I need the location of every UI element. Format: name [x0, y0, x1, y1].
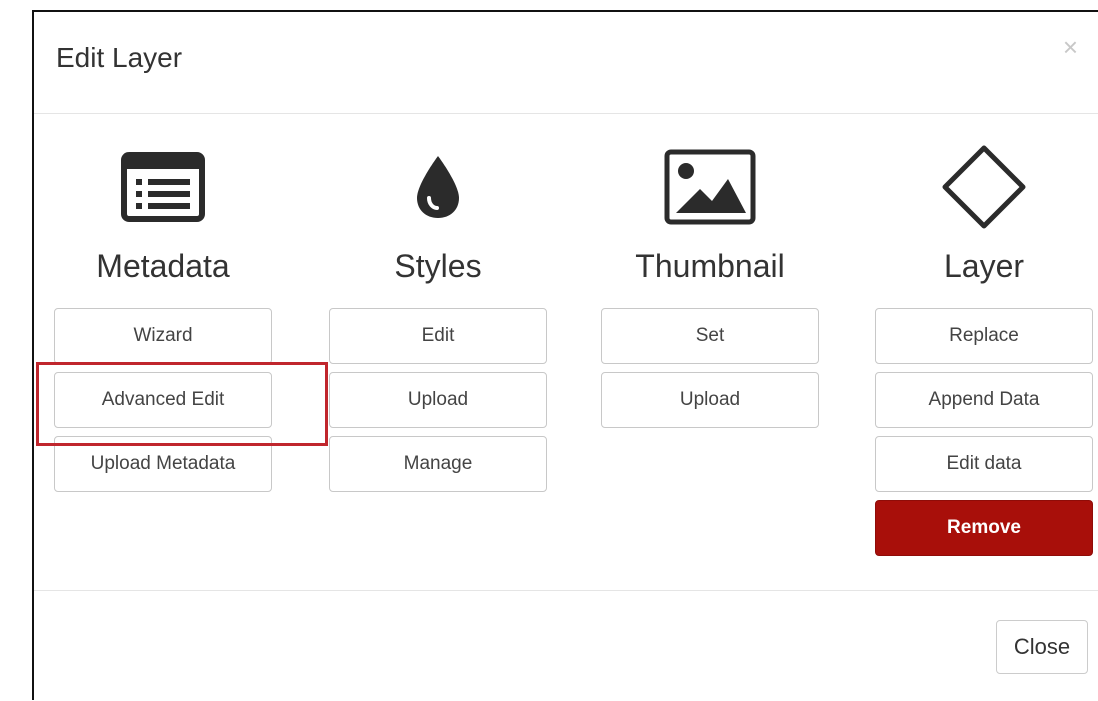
- metadata-advanced-edit-button[interactable]: Advanced Edit: [54, 372, 272, 428]
- styles-manage-button[interactable]: Manage: [329, 436, 547, 492]
- dialog-footer: Close: [34, 590, 1098, 701]
- close-icon[interactable]: ×: [1063, 34, 1078, 60]
- metadata-title: Metadata: [96, 248, 230, 284]
- styles-column: Styles Edit Upload Manage: [329, 142, 547, 492]
- thumbnail-title: Thumbnail: [635, 248, 785, 284]
- diamond-icon: [942, 145, 1026, 229]
- edit-layer-dialog: Edit Layer × Metadata Wizard Advanced Ed…: [32, 10, 1098, 700]
- thumbnail-upload-button[interactable]: Upload: [601, 372, 819, 428]
- dialog-header: Edit Layer ×: [34, 12, 1098, 114]
- layer-replace-button[interactable]: Replace: [875, 308, 1093, 364]
- edit-data-button[interactable]: Edit data: [875, 436, 1093, 492]
- styles-edit-button[interactable]: Edit: [329, 308, 547, 364]
- styles-upload-button[interactable]: Upload: [329, 372, 547, 428]
- remove-layer-button[interactable]: Remove: [875, 500, 1093, 556]
- layer-title: Layer: [943, 248, 1025, 284]
- list-window-icon: [121, 152, 205, 222]
- thumbnail-set-button[interactable]: Set: [601, 308, 819, 364]
- metadata-column: Metadata Wizard Advanced Edit Upload Met…: [54, 142, 272, 492]
- droplet-icon: [417, 156, 459, 218]
- styles-title: Styles: [394, 248, 482, 284]
- upload-metadata-button[interactable]: Upload Metadata: [54, 436, 272, 492]
- append-data-button[interactable]: Append Data: [875, 372, 1093, 428]
- thumbnail-column: Thumbnail Set Upload: [601, 142, 819, 428]
- metadata-wizard-button[interactable]: Wizard: [54, 308, 272, 364]
- dialog-title: Edit Layer: [56, 42, 183, 73]
- close-button[interactable]: Close: [996, 620, 1088, 674]
- layer-column: Layer Replace Append Data Edit data Remo…: [875, 142, 1093, 556]
- image-icon: [664, 149, 756, 225]
